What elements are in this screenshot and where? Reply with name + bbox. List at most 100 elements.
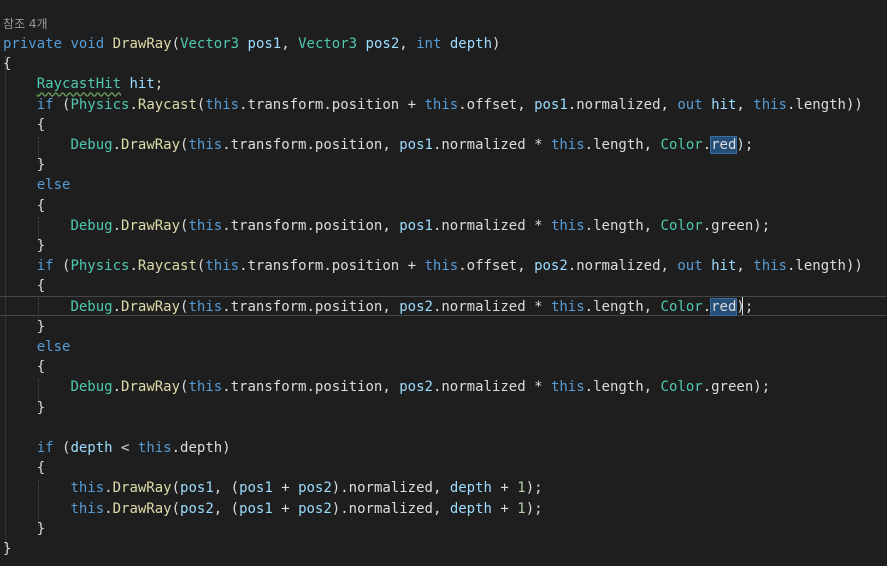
code-token: this: [753, 258, 787, 275]
code-token: Debug: [70, 379, 113, 396]
code-line[interactable]: }: [3, 317, 45, 337]
code-token: (: [53, 96, 71, 113]
code-line[interactable]: }: [3, 519, 45, 539]
code-line[interactable]: }: [3, 539, 11, 559]
code-token: red: [710, 297, 738, 316]
code-line[interactable]: Debug.DrawRay(this.transform.position, p…: [3, 135, 753, 155]
code-token: this: [205, 96, 240, 113]
code-token: this: [188, 298, 223, 315]
code-token: pos2: [399, 298, 433, 315]
code-token: if: [36, 96, 54, 113]
code-token: depth: [70, 440, 113, 456]
code-line[interactable]: {: [3, 458, 45, 478]
code-token: <: [112, 440, 138, 456]
code-token: Vector3: [298, 36, 358, 52]
code-token: .green);: [702, 217, 771, 234]
code-token: DrawRay: [121, 217, 181, 234]
code-line[interactable]: this.DrawRay(pos2, (pos1 + pos2).normali…: [3, 499, 543, 519]
code-token: .length)): [786, 96, 863, 113]
code-line[interactable]: {: [3, 357, 45, 377]
code-token: 1: [517, 500, 526, 517]
code-token: .transform.position,: [222, 379, 400, 396]
code-token: .offset,: [458, 96, 535, 113]
code-token: void: [70, 36, 105, 52]
code-line[interactable]: {: [3, 276, 45, 296]
code-token: Color: [660, 217, 703, 234]
code-token: ,: [399, 36, 417, 52]
code-token: this: [550, 217, 585, 234]
code-token: }: [3, 238, 46, 254]
codelens-references[interactable]: 참조 4개: [3, 14, 48, 34]
code-token: DrawRay: [121, 298, 181, 315]
code-token: ).normalized,: [331, 500, 450, 517]
code-line[interactable]: if (Physics.Raycast(this.transform.posit…: [3, 95, 863, 115]
code-token: .: [112, 379, 122, 396]
code-token: depth: [449, 500, 492, 517]
code-line[interactable]: else: [3, 337, 71, 357]
code-token: +: [272, 500, 299, 517]
code-token: );: [525, 500, 543, 517]
code-token: pos2: [534, 258, 568, 275]
code-token: .: [112, 298, 122, 315]
code-token: (: [171, 480, 181, 497]
code-token: DrawRay: [121, 379, 181, 396]
code-token: , (: [213, 480, 240, 497]
code-line[interactable]: Debug.DrawRay(this.transform.position, p…: [3, 377, 770, 397]
code-token: pos2: [399, 379, 433, 396]
code-token: this: [188, 137, 223, 153]
code-token: );: [736, 137, 754, 153]
code-token: pos1: [534, 96, 568, 113]
code-token: (: [171, 36, 181, 52]
code-line[interactable]: {: [3, 196, 45, 216]
code-line[interactable]: }: [3, 236, 45, 256]
code-token: }: [3, 399, 46, 416]
code-token: (: [53, 440, 71, 456]
code-token: Physics: [70, 258, 130, 275]
code-token: else: [36, 339, 71, 355]
code-line[interactable]: private void DrawRay(Vector3 pos1, Vecto…: [3, 34, 500, 54]
code-line[interactable]: {: [3, 54, 11, 74]
code-token: ): [492, 36, 501, 52]
code-token: pos2: [298, 500, 332, 517]
code-line[interactable]: if (depth < this.depth): [3, 438, 231, 458]
code-token: .length,: [584, 217, 661, 234]
code-line[interactable]: Debug.DrawRay(this.transform.position, p…: [3, 297, 753, 317]
code-token: .transform.position +: [239, 96, 425, 113]
code-token: pos2: [180, 500, 214, 517]
code-token: ,: [736, 96, 754, 113]
code-token: .normalized *: [432, 217, 551, 234]
code-token: .length,: [584, 298, 661, 315]
code-line[interactable]: else: [3, 175, 71, 195]
code-token: {: [3, 460, 46, 477]
code-line[interactable]: }: [3, 155, 45, 175]
code-token: red: [710, 136, 738, 154]
code-token: else: [36, 177, 71, 194]
code-token: {: [3, 56, 12, 73]
code-token: .normalized *: [432, 379, 551, 396]
code-editor[interactable]: 참조 4개 private void DrawRay(Vector3 pos1,…: [0, 0, 887, 566]
code-token: .transform.position,: [222, 137, 400, 153]
code-line[interactable]: if (Physics.Raycast(this.transform.posit…: [3, 256, 863, 276]
code-token: {: [3, 359, 46, 376]
code-token: Vector3: [180, 36, 240, 52]
code-line[interactable]: {: [3, 115, 45, 135]
code-line[interactable]: RaycastHit hit;: [3, 74, 163, 94]
code-token: this: [70, 500, 105, 517]
code-token: .transform.position,: [222, 298, 400, 315]
code-line[interactable]: Debug.DrawRay(this.transform.position, p…: [3, 216, 770, 236]
code-token: .: [104, 480, 113, 497]
code-token: .normalized,: [567, 258, 678, 275]
code-line[interactable]: }: [3, 398, 45, 418]
code-line[interactable]: this.DrawRay(pos1, (pos1 + pos2).normali…: [3, 478, 542, 498]
code-token: this: [205, 258, 240, 275]
code-token: DrawRay: [112, 36, 172, 52]
code-token: this: [70, 480, 105, 497]
